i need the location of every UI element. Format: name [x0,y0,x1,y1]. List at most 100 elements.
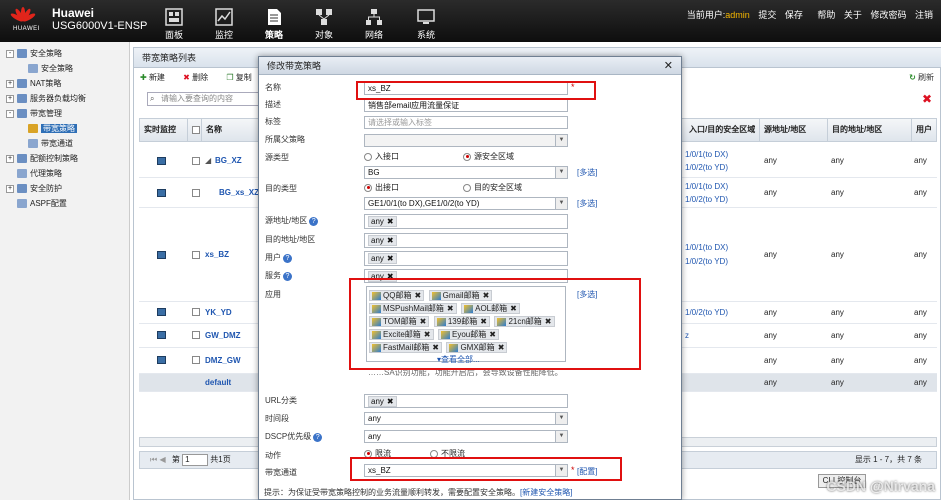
url-category-input[interactable]: any ✖ [364,394,568,408]
description-input[interactable]: 销售部email应用流量保证 [364,99,568,112]
tag-input[interactable]: 请选择或输入标签 [364,116,568,129]
sidebar-item-server-lb[interactable]: + 服务器负载均衡 [6,92,86,106]
time-range-select[interactable]: any ▼ [364,412,568,425]
remove-tag-icon[interactable]: ✖ [387,272,394,281]
nav-dashboard[interactable]: 面板 [154,8,194,41]
col-src-region[interactable]: 源地址/地区 [760,119,828,141]
monitor-icon[interactable] [157,308,166,316]
src-type-interface-radio[interactable]: 入接口 [364,151,399,162]
row-name[interactable]: YK_YD [205,308,232,317]
expand-icon[interactable]: + [6,94,14,103]
remove-tag-icon[interactable]: ✖ [510,304,517,313]
row-name[interactable]: BG_XZ [215,156,242,165]
application-tag-box[interactable]: QQ邮箱 ✖ Gmail邮箱 ✖ MSPushMail邮箱 ✖ AOL邮箱 ✖ TOM邮… [366,286,566,365]
nav-network[interactable]: 网络 [354,8,394,41]
link-commit[interactable]: 提交 [758,10,776,20]
monitor-icon[interactable] [157,251,166,259]
service-input[interactable]: any ✖ [364,269,568,283]
help-icon[interactable]: ? [283,254,292,263]
page-input[interactable]: 1 [182,453,209,466]
sidebar-item-security-policy[interactable]: - 安全策略 [6,47,62,61]
clear-filter-icon[interactable]: ✖ [922,92,932,106]
dst-type-interface-radio[interactable]: 出接口 [364,182,399,193]
sidebar-item-aspf[interactable]: ASPF配置 [17,197,67,211]
expand-icon[interactable]: + [6,184,14,193]
src-type-zone-radio[interactable]: 源安全区域 [463,151,514,162]
name-input[interactable]: xs_BZ [364,82,568,95]
row-checkbox[interactable] [192,157,200,165]
sidebar-item-quota-policy[interactable]: + 配额控制策略 [6,152,78,166]
app-multi-select-link[interactable]: [多选] [577,289,597,300]
help-icon[interactable]: ? [283,272,292,281]
monitor-icon[interactable] [157,189,166,197]
dst-multi-select-link[interactable]: [多选] [577,198,597,209]
monitor-icon[interactable] [157,356,166,364]
view-all-link[interactable]: ▾查看全部... [437,354,563,365]
row-checkbox[interactable] [192,331,200,339]
monitor-icon[interactable] [157,331,166,339]
nav-monitor[interactable]: 监控 [204,8,244,41]
expand-arrow-icon[interactable]: ◢ [205,156,211,165]
row-name[interactable]: default [205,378,231,387]
col-name[interactable]: 名称 [202,119,262,141]
col-dst-region[interactable]: 目的地址/地区 [828,119,912,141]
remove-tag-icon[interactable]: ✖ [545,317,552,326]
row-name[interactable]: DMZ_GW [205,356,241,365]
new-button[interactable]: ✚ 新建 [140,73,173,82]
row-name[interactable]: xs_BZ [205,250,229,259]
first-page-icon[interactable]: ⏮ [150,455,157,464]
src-multi-select-link[interactable]: [多选] [577,167,597,178]
close-icon[interactable]: ✕ [664,59,673,72]
sidebar-item-bandwidth-policy[interactable]: 带宽策略 [28,122,77,136]
remove-tag-icon[interactable]: ✖ [387,236,394,245]
dscp-select[interactable]: any ▼ [364,430,568,443]
remove-tag-icon[interactable]: ✖ [424,330,431,339]
row-checkbox[interactable] [192,356,200,364]
nav-object[interactable]: 对象 [304,8,344,41]
expand-icon[interactable]: + [6,154,14,163]
expand-icon[interactable]: + [6,79,14,88]
sidebar-item-bandwidth-mgmt[interactable]: - 带宽管理 [6,107,62,121]
sidebar-item-bandwidth-channel[interactable]: 带宽通道 [28,137,73,151]
help-icon[interactable]: ? [309,217,319,226]
remove-tag-icon[interactable]: ✖ [387,254,394,263]
row-checkbox[interactable] [192,308,200,316]
remove-tag-icon[interactable]: ✖ [483,291,490,300]
link-logout[interactable]: 注销 [915,10,933,20]
nav-system[interactable]: 系统 [406,8,446,41]
col-monitor[interactable]: 实时监控 [140,119,188,141]
remove-tag-icon[interactable]: ✖ [414,291,421,300]
sidebar-item-proxy-policy[interactable]: 代理策略 [17,167,62,181]
help-icon[interactable]: ? [313,433,323,442]
sidebar-item-security-protection[interactable]: + 安全防护 [6,182,62,196]
remove-tag-icon[interactable]: ✖ [420,317,427,326]
link-change-password[interactable]: 修改密码 [870,10,906,20]
dst-address-input[interactable]: any ✖ [364,233,568,248]
src-address-input[interactable]: any ✖ [364,214,568,229]
row-name[interactable]: BG_xs_XZ [219,188,259,197]
delete-button[interactable]: ✖ 删除 [183,73,216,82]
user-input[interactable]: any ✖ [364,251,568,266]
configure-channel-link[interactable]: [配置] [577,466,597,477]
bandwidth-channel-select[interactable]: xs_BZ ▼ [364,464,568,477]
remove-tag-icon[interactable]: ✖ [480,317,487,326]
nav-policy[interactable]: 策略 [254,8,294,41]
row-checkbox[interactable] [192,189,200,197]
remove-tag-icon[interactable]: ✖ [489,330,496,339]
sidebar-item-security-policy-sub[interactable]: 安全策略 [28,62,73,76]
remove-tag-icon[interactable]: ✖ [498,343,505,352]
sidebar-item-nat-policy[interactable]: + NAT策略 [6,77,61,91]
row-name[interactable]: GW_DMZ [205,331,241,340]
link-about[interactable]: 关于 [844,10,862,20]
dst-interface-select[interactable]: GE1/0/1(to DX),GE1/0/2(to YD) ▼ [364,197,568,210]
remove-tag-icon[interactable]: ✖ [387,217,394,226]
monitor-icon[interactable] [157,157,166,165]
prev-page-icon[interactable]: ◀ [159,455,165,464]
src-zone-select[interactable]: BG ▼ [364,166,568,179]
collapse-icon[interactable]: - [6,109,14,118]
new-security-policy-link[interactable]: [新建安全策略] [520,488,572,497]
action-nolimit-radio[interactable]: 不限流 [430,448,465,459]
col-select-all[interactable] [188,119,202,141]
dst-type-zone-radio[interactable]: 目的安全区域 [463,182,522,193]
collapse-icon[interactable]: - [6,49,14,58]
